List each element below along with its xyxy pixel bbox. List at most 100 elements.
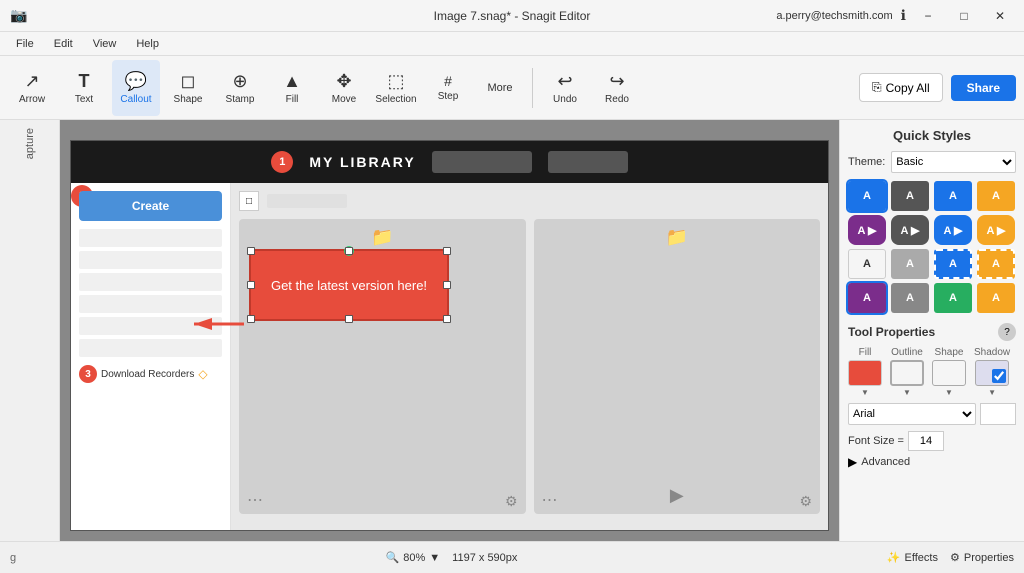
swatch-11[interactable]: A <box>934 249 972 279</box>
tool-text[interactable]: T Text <box>60 60 108 116</box>
zoom-icon: 🔍 <box>386 551 400 564</box>
copy-all-label: Copy All <box>886 81 930 95</box>
handle-tc[interactable] <box>345 247 353 255</box>
fill-arrow[interactable]: ▼ <box>861 388 869 397</box>
grid-gear-2: ⚙ <box>799 493 812 510</box>
app-header: 1 MY LIBRARY <box>71 141 828 183</box>
shadow-checkbox[interactable] <box>992 369 1006 383</box>
tool-stamp-label: Stamp <box>226 94 255 105</box>
tool-fill-label: Fill <box>286 94 299 105</box>
shadow-arrow[interactable]: ▼ <box>988 388 996 397</box>
tool-shape[interactable]: ◻ Shape <box>164 60 212 116</box>
swatch-2[interactable]: A <box>891 181 929 211</box>
properties-icon: ⚙ <box>950 551 960 564</box>
tool-props-header: Tool Properties ? <box>848 323 1016 341</box>
font-color-box[interactable] <box>980 403 1016 425</box>
handle-bl[interactable] <box>247 315 255 323</box>
grid-icon-1: 📁 <box>371 227 393 248</box>
swatch-6[interactable]: A ▶ <box>891 215 929 245</box>
menu-help[interactable]: Help <box>128 36 167 52</box>
tool-more[interactable]: More <box>476 60 524 116</box>
tool-props-title: Tool Properties <box>848 325 935 339</box>
more-label: More <box>487 82 512 94</box>
swatch-4[interactable]: A <box>977 181 1015 211</box>
swatch-3[interactable]: A <box>934 181 972 211</box>
content-grid: 📁 ⋯ <box>239 219 820 514</box>
advanced-row[interactable]: ▶ Advanced <box>848 455 1016 469</box>
swatch-16[interactable]: A <box>977 283 1015 313</box>
handle-mr[interactable] <box>443 281 451 289</box>
info-icon: ℹ <box>901 7 906 24</box>
handle-tl[interactable] <box>247 247 255 255</box>
redo-button[interactable]: ↪ Redo <box>593 60 641 116</box>
swatch-12[interactable]: A <box>977 249 1015 279</box>
tool-callout[interactable]: 💬 Callout <box>112 60 160 116</box>
app-icon: 📷 <box>10 7 27 24</box>
sidebar-item-6 <box>79 339 222 357</box>
outline-label: Outline <box>891 347 923 358</box>
outline-col: Outline ▼ <box>890 347 924 397</box>
shape-swatch[interactable] <box>932 360 966 386</box>
styles-grid: A A A A A ▶ A ▶ A ▶ A ▶ A A A A A A A A <box>848 181 1016 313</box>
outline-arrow[interactable]: ▼ <box>903 388 911 397</box>
status-bar: g 🔍 80% ▼ 1197 x 590px ✨ Effects ⚙ Prope… <box>0 541 1024 573</box>
menu-file[interactable]: File <box>8 36 42 52</box>
handle-br[interactable] <box>443 315 451 323</box>
handle-bc[interactable] <box>345 315 353 323</box>
swatch-7[interactable]: A ▶ <box>934 215 972 245</box>
shape-col: Shape ▼ <box>932 347 966 397</box>
toolbar: ↗ Arrow T Text 💬 Callout ◻ Shape ⊕ Stamp… <box>0 56 1024 120</box>
swatch-10[interactable]: A <box>891 249 929 279</box>
swatch-13[interactable]: A <box>848 283 886 313</box>
swatch-5[interactable]: A ▶ <box>848 215 886 245</box>
menu-view[interactable]: View <box>85 36 125 52</box>
help-button[interactable]: ? <box>998 323 1016 341</box>
tool-move[interactable]: ✥ Move <box>320 60 368 116</box>
tool-stamp[interactable]: ⊕ Stamp <box>216 60 264 116</box>
grid-play-2: ▶ <box>670 485 684 506</box>
tool-step[interactable]: # Step <box>424 60 472 116</box>
tool-arrow[interactable]: ↗ Arrow <box>8 60 56 116</box>
effects-button[interactable]: ✨ Effects <box>887 551 938 564</box>
right-panel: Quick Styles Theme: Basic Classic Modern… <box>839 120 1024 541</box>
swatch-9[interactable]: A <box>848 249 886 279</box>
undo-button[interactable]: ↩ Undo <box>541 60 589 116</box>
callout-box[interactable]: Get the latest version here! <box>249 249 449 321</box>
tool-fill[interactable]: ▲ Fill <box>268 60 316 116</box>
canvas-content: 1 MY LIBRARY 2 Create <box>70 140 829 531</box>
fill-color-swatch[interactable] <box>848 360 882 386</box>
canvas-area[interactable]: 1 MY LIBRARY 2 Create <box>60 120 839 541</box>
swatch-15[interactable]: A <box>934 283 972 313</box>
theme-select[interactable]: Basic Classic Modern <box>891 151 1016 173</box>
handle-tr[interactable] <box>443 247 451 255</box>
font-select[interactable]: Arial Times New Roman <box>848 403 976 425</box>
font-size-row: Font Size = 14 <box>848 431 1016 451</box>
quick-styles-title: Quick Styles <box>848 128 1016 143</box>
outline-swatch[interactable] <box>890 360 924 386</box>
close-button[interactable]: ✕ <box>986 2 1014 30</box>
menu-edit[interactable]: Edit <box>46 36 81 52</box>
copy-all-button[interactable]: ⎘ Copy All <box>859 73 943 102</box>
zoom-value: 80% <box>403 552 425 564</box>
prop-columns: Fill ▼ Outline ▼ Shape ▼ Shadow ▼ <box>848 347 1016 397</box>
minimize-button[interactable]: − <box>914 2 942 30</box>
zoom-dropdown-icon[interactable]: ▼ <box>429 552 440 564</box>
shadow-swatch[interactable] <box>975 360 1009 386</box>
tool-selection[interactable]: ⬚ Selection <box>372 60 420 116</box>
swatch-8[interactable]: A ▶ <box>977 215 1015 245</box>
sidebar-item-5 <box>79 317 222 335</box>
shape-arrow[interactable]: ▼ <box>945 388 953 397</box>
dimensions-display: 1197 x 590px <box>452 552 517 564</box>
swatch-1[interactable]: A <box>848 181 886 211</box>
step-icon: # <box>444 73 452 89</box>
properties-button[interactable]: ⚙ Properties <box>950 551 1014 564</box>
share-button[interactable]: Share <box>951 75 1016 101</box>
font-size-input[interactable]: 14 <box>908 431 944 451</box>
stamp-icon: ⊕ <box>232 71 247 92</box>
handle-ml[interactable] <box>247 281 255 289</box>
content-header-bar <box>267 194 347 208</box>
maximize-button[interactable]: □ <box>950 2 978 30</box>
swatch-14[interactable]: A <box>891 283 929 313</box>
zoom-control[interactable]: 🔍 80% ▼ <box>386 551 441 564</box>
fill-label: Fill <box>859 347 872 358</box>
